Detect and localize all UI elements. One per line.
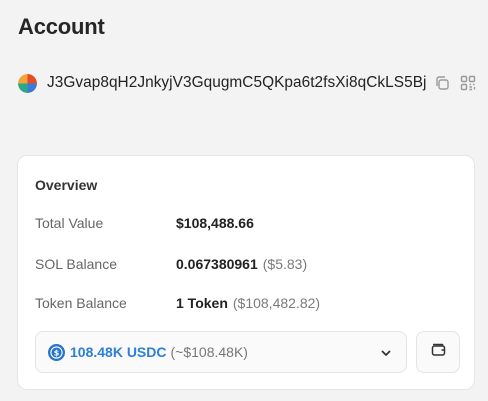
total-value-label: Total Value — [35, 215, 104, 231]
token-balance-usd: ($108,482.82) — [232, 295, 321, 311]
usdc-icon: $ — [48, 343, 65, 361]
account-address-row: J3Gvap8qH2JnkyjV3GqugmC5QKpa6t2fsXi8qCkL… — [18, 71, 488, 95]
avatar-icon — [18, 73, 37, 93]
svg-text:$: $ — [54, 348, 60, 357]
token-balance-row: Token Balance 1 Token ($108,482.82) — [35, 294, 320, 312]
account-address: J3Gvap8qH2JnkyjV3GqugmC5QKpa6t2fsXi8qCkL… — [47, 74, 427, 91]
account-page: Account J3Gvap8qH2JnkyjV3GqugmC5QKpa6t2f… — [0, 0, 488, 401]
chevron-down-icon — [380, 346, 392, 358]
wallet-button[interactable] — [416, 331, 460, 373]
wallet-icon — [430, 341, 447, 363]
overview-card: Overview Total Value $108,488.66 SOL Bal… — [17, 155, 475, 390]
sol-balance-row: SOL Balance 0.067380961 ($5.83) — [35, 255, 307, 273]
token-balance-amount: 1 Token — [176, 295, 228, 311]
sol-balance-amount: 0.067380961 — [176, 256, 258, 272]
sol-balance-label: SOL Balance — [35, 256, 117, 272]
token-balance-label: Token Balance — [35, 295, 127, 311]
token-select-usd: (~$108.48K) — [170, 344, 248, 360]
overview-title: Overview — [35, 177, 98, 193]
page-title: Account — [18, 14, 105, 39]
copy-icon[interactable] — [432, 73, 452, 93]
sol-balance-usd: ($5.83) — [262, 256, 308, 272]
token-select-amount: 108.48K USDC — [70, 344, 167, 360]
qr-code-icon[interactable] — [458, 73, 478, 93]
total-value-amount: $108,488.66 — [176, 215, 254, 231]
total-value-row: Total Value $108,488.66 — [35, 214, 254, 232]
token-select-dropdown[interactable]: $ 108.48K USDC (~$108.48K) — [35, 331, 407, 373]
